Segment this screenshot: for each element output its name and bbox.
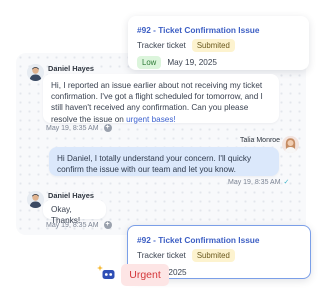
message-bubble: Hi, I reported an issue earlier about no… bbox=[43, 74, 279, 124]
sender-name: Daniel Hayes bbox=[48, 191, 95, 200]
message-meta: May 19, 8:35 AM ✓ bbox=[228, 178, 290, 187]
message-time: May 19, 8:35 AM bbox=[46, 124, 99, 132]
ticket-type: Tracker ticket bbox=[137, 41, 186, 50]
urgent-tag[interactable]: Urgent bbox=[121, 264, 169, 286]
status-badge: Submited bbox=[191, 249, 235, 262]
user-avatar-icon bbox=[27, 64, 44, 81]
plus-circle-icon[interactable]: + bbox=[103, 124, 112, 132]
ticket-title[interactable]: #92 - Ticket Confirmation Issue bbox=[137, 235, 300, 245]
message-time: May 19, 8:35 AM bbox=[228, 178, 281, 186]
ticket-card-top[interactable]: #92 - Ticket Confirmation Issue Tracker … bbox=[128, 16, 309, 70]
user-avatar-icon bbox=[27, 191, 44, 208]
ai-bot-icon bbox=[97, 264, 117, 284]
ticket-date: May 19, 2025 bbox=[167, 58, 217, 67]
message-meta: May 19, 8:35 AM + bbox=[46, 221, 112, 229]
message-text: Hi Daniel, I totally understand your con… bbox=[57, 154, 252, 175]
plus-circle-icon[interactable]: + bbox=[103, 221, 112, 229]
user-avatar-icon bbox=[282, 136, 299, 153]
avatar bbox=[27, 64, 44, 81]
check-icon: ✓ bbox=[283, 179, 290, 186]
sender-name: Talia Monroe bbox=[240, 137, 281, 144]
message-meta: May 19, 8:35 AM + bbox=[46, 124, 112, 132]
status-badge: Submited bbox=[191, 39, 235, 52]
message-time: May 19, 8:35 AM bbox=[46, 221, 99, 229]
ticket-type: Tracker ticket bbox=[137, 251, 186, 260]
avatar bbox=[27, 191, 44, 208]
ticket-title[interactable]: #92 - Ticket Confirmation Issue bbox=[137, 25, 299, 35]
message-bubble: Okay, Thanks! bbox=[43, 200, 106, 225]
message-bubble-agent: Hi Daniel, I totally understand your con… bbox=[49, 147, 279, 176]
avatar bbox=[282, 136, 299, 153]
message-link[interactable]: urgent bases! bbox=[126, 115, 176, 124]
priority-badge: Low bbox=[137, 56, 162, 69]
sender-name: Daniel Hayes bbox=[48, 64, 95, 73]
